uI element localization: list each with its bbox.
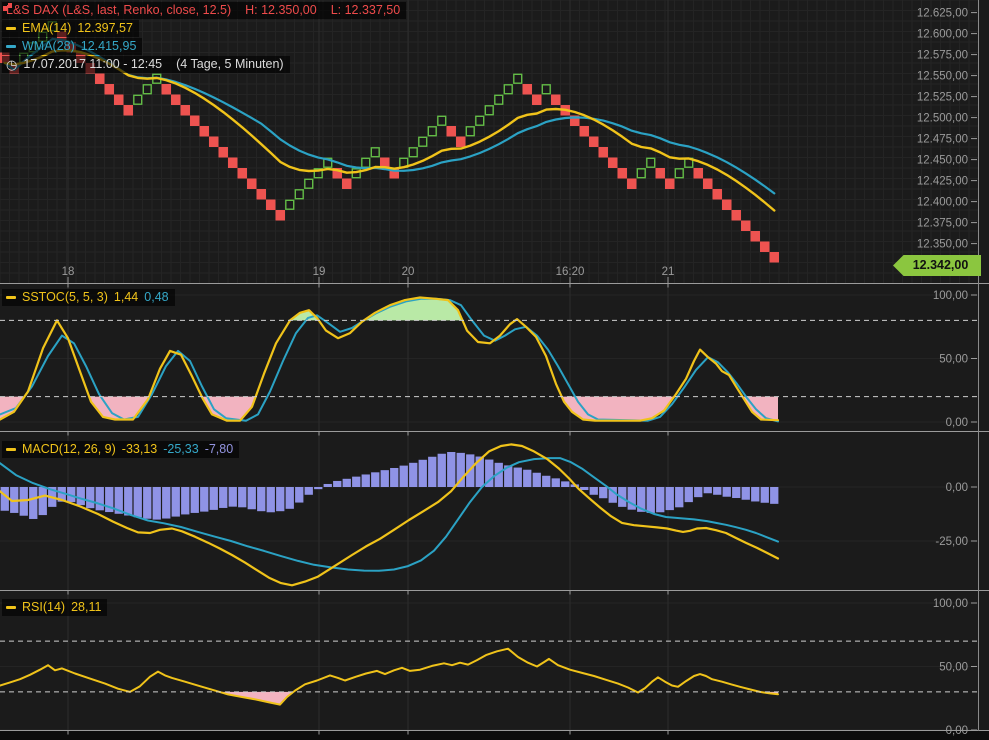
svg-text:12.400,00: 12.400,00 [917,197,968,209]
timestamp-label: 17.07.2017 11:00 - 12:45 [23,57,162,72]
session-low: L: 12.337,50 [331,3,401,18]
session-high: H: 12.350,00 [245,3,317,18]
svg-text:0,00: 0,00 [946,725,968,737]
wma-legend-row[interactable]: WMA(28) 12.415,95 [2,38,142,55]
chart-canvas[interactable]: 12.625,00 12.600,00 12.575,00 12.550,00 12.5… [0,0,989,740]
renko-series-icon [2,2,13,13]
macd-signal-value: -25,33 [163,442,198,457]
svg-text:12.450,00: 12.450,00 [917,155,968,167]
svg-text:12.600,00: 12.600,00 [917,29,968,41]
macd-legend-row[interactable]: MACD(12, 26, 9) -33,13 -25,33 -7,80 [2,441,239,458]
svg-text:12.525,00: 12.525,00 [917,92,968,104]
sstoc-k-value: 1,44 [114,290,138,305]
sstoc-d-value: 0,48 [144,290,168,305]
instrument-legend-row[interactable]: L&S DAX (L&S, last, Renko, close, 12.5) … [2,2,406,19]
svg-text:21: 21 [662,266,675,278]
svg-text:12.575,00: 12.575,00 [917,50,968,62]
svg-text:12.625,00: 12.625,00 [917,8,968,20]
svg-text:12.425,00: 12.425,00 [917,176,968,188]
period-label: (4 Tage, 5 Minuten) [176,57,283,72]
rsi-legend-row[interactable]: RSI(14) 28,11 [2,599,107,616]
svg-text:0,00: 0,00 [946,417,968,429]
ema-legend-row[interactable]: EMA(14) 12.397,57 [2,20,139,37]
trading-chart-window: 12.625,00 12.600,00 12.575,00 12.550,00 12.5… [0,0,989,740]
svg-text:50,00: 50,00 [939,354,968,366]
main-legend: L&S DAX (L&S, last, Renko, close, 12.5) … [2,2,406,74]
rsi-legend: RSI(14) 28,11 [2,599,107,617]
macd-line-icon [6,448,16,451]
macd-value: -33,13 [122,442,157,457]
rsi-label: RSI(14) [22,600,65,615]
ema-label: EMA(14) [22,21,71,36]
ema-line-icon [6,27,16,30]
svg-text:12.550,00: 12.550,00 [917,71,968,83]
svg-text:-25,00: -25,00 [935,536,968,548]
timestamp-row: ◷ 17.07.2017 11:00 - 12:45 (4 Tage, 5 Mi… [2,56,290,73]
macd-hist-value: -7,80 [205,442,234,457]
svg-text:12.350,00: 12.350,00 [917,239,968,251]
svg-text:20: 20 [402,266,415,278]
wma-line-icon [6,45,16,48]
svg-text:16:20: 16:20 [556,266,585,278]
svg-text:12.475,00: 12.475,00 [917,134,968,146]
macd-legend: MACD(12, 26, 9) -33,13 -25,33 -7,80 [2,441,239,459]
rsi-line-icon [6,606,16,609]
svg-text:12.500,00: 12.500,00 [917,113,968,125]
rsi-value: 28,11 [71,600,101,615]
svg-text:100,00: 100,00 [933,598,968,610]
sstoc-label: SSTOC(5, 5, 3) [22,290,108,305]
wma-label: WMA(28) [22,39,75,54]
sstoc-legend: SSTOC(5, 5, 3) 1,44 0,48 [2,289,175,307]
svg-text:100,00: 100,00 [933,290,968,302]
sstoc-legend-row[interactable]: SSTOC(5, 5, 3) 1,44 0,48 [2,289,175,306]
instrument-label: L&S DAX (L&S, last, Renko, close, 12.5) [6,3,231,18]
svg-text:19: 19 [313,266,326,278]
last-price-badge: 12.342,00 [893,255,981,276]
svg-text:18: 18 [62,266,75,278]
svg-text:12.375,00: 12.375,00 [917,218,968,230]
clock-icon: ◷ [6,57,17,72]
macd-label: MACD(12, 26, 9) [22,442,116,457]
ema-value: 12.397,57 [77,21,133,36]
wma-value: 12.415,95 [81,39,137,54]
svg-text:0,00: 0,00 [946,482,968,494]
sstoc-line-icon [6,296,16,299]
svg-text:50,00: 50,00 [939,662,968,674]
